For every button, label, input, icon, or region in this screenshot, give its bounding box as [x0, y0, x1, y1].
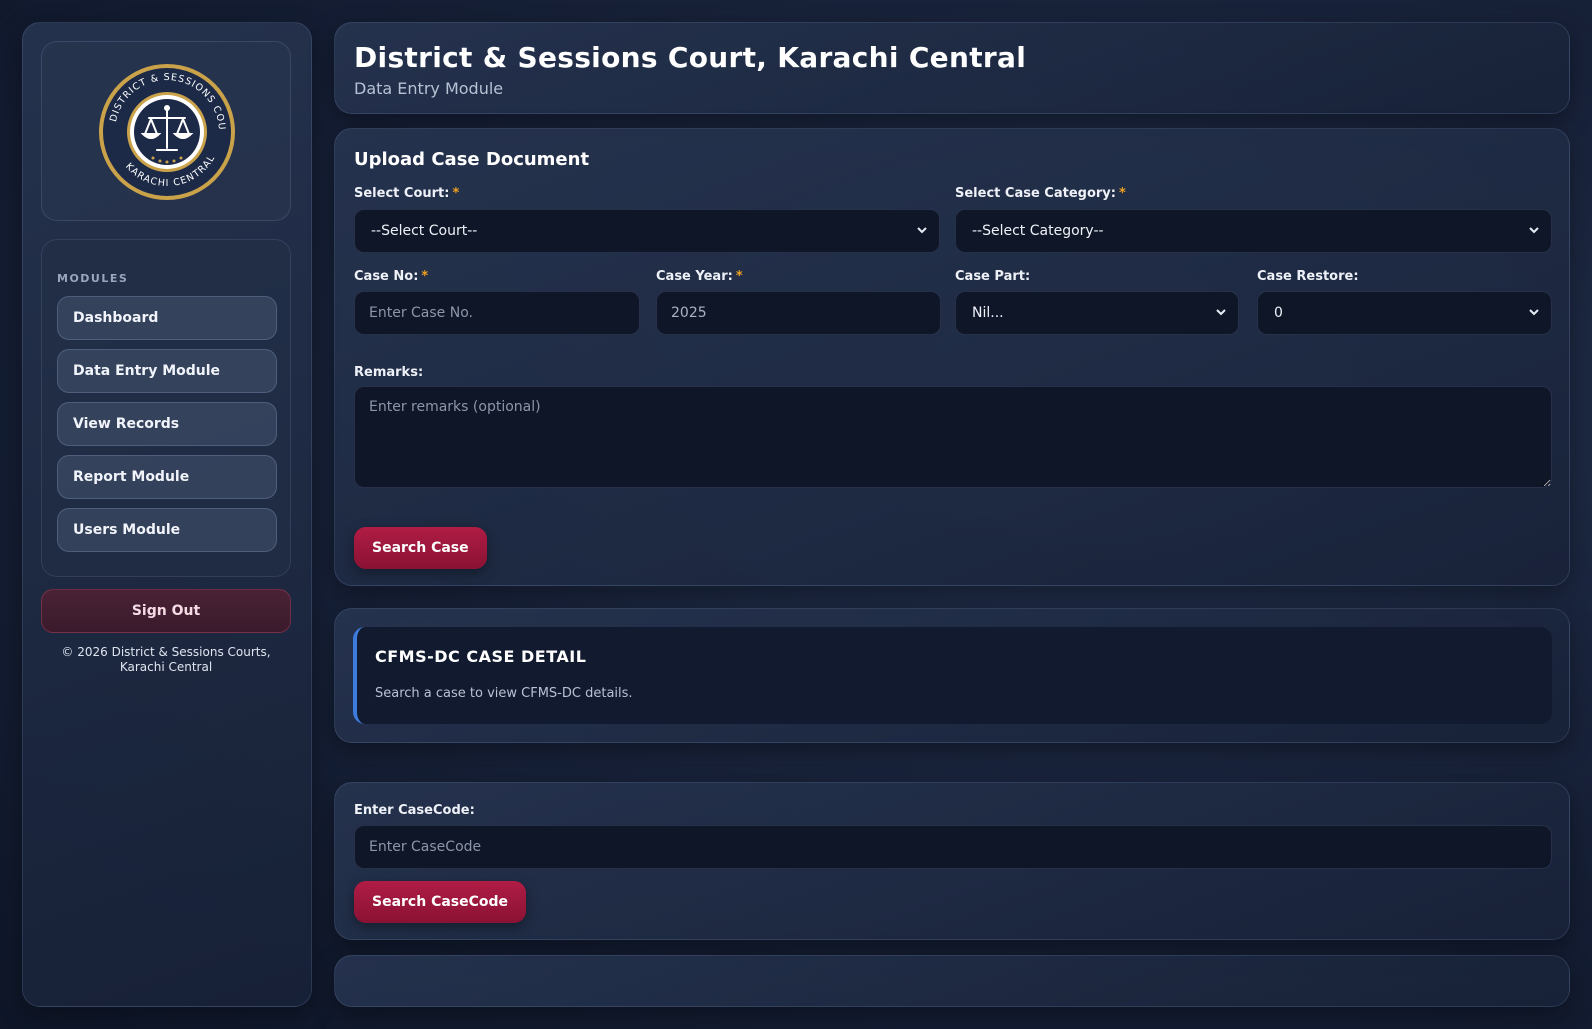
- nav-label: Report Module: [73, 469, 190, 485]
- casecode-label: Enter CaseCode:: [354, 803, 475, 818]
- nav-view-records[interactable]: View Records: [57, 402, 277, 446]
- required-mark: *: [421, 269, 429, 284]
- nav-label: Dashboard: [73, 310, 159, 326]
- form-title: Upload Case Document: [354, 149, 590, 170]
- case-restore-label: Case Restore:: [1257, 269, 1359, 284]
- page-title: District & Sessions Court, Karachi Centr…: [354, 41, 1027, 74]
- cfms-detail-card: CFMS-DC CASE DETAIL Search a case to vie…: [353, 627, 1552, 724]
- court-seal-logo: DISTRICT & SESSIONS COURTS KARACHI CENTR…: [97, 62, 235, 200]
- casecode-panel: Enter CaseCode: Search CaseCode: [334, 782, 1570, 940]
- nav-data-entry-module[interactable]: Data Entry Module: [57, 349, 277, 393]
- court-select[interactable]: --Select Court--: [354, 209, 940, 253]
- court-label: Select Court: *: [354, 186, 459, 201]
- search-casecode-button[interactable]: Search CaseCode: [354, 881, 527, 923]
- nav-label: Data Entry Module: [73, 363, 221, 379]
- cfms-detail-message: Search a case to view CFMS-DC details.: [375, 686, 633, 701]
- case-no-label: Case No: *: [354, 269, 428, 284]
- case-no-input[interactable]: [354, 291, 640, 335]
- required-mark: *: [452, 186, 460, 201]
- remarks-textarea[interactable]: [354, 386, 1552, 488]
- search-casecode-label: Search CaseCode: [372, 894, 509, 910]
- category-select[interactable]: --Select Category--: [955, 209, 1552, 253]
- court-label-text: Select Court:: [354, 186, 450, 201]
- page-header: District & Sessions Court, Karachi Centr…: [334, 22, 1570, 114]
- chevron-down-icon: [1529, 309, 1539, 316]
- chevron-down-icon: [917, 227, 927, 234]
- sign-out-label: Sign Out: [131, 603, 201, 619]
- sign-out-button[interactable]: Sign Out: [41, 589, 291, 633]
- category-label: Select Case Category: *: [955, 186, 1126, 201]
- modules-heading: MODULES: [57, 272, 129, 285]
- required-mark: *: [735, 269, 743, 284]
- result-panel: [334, 955, 1570, 1007]
- case-part-label: Case Part:: [955, 269, 1031, 284]
- category-label-text: Select Case Category:: [955, 186, 1116, 201]
- page-subtitle: Data Entry Module: [354, 79, 504, 98]
- upload-case-form: Upload Case Document Select Court: * --Se…: [334, 128, 1570, 586]
- chevron-down-icon: [1529, 227, 1539, 234]
- nav-dashboard[interactable]: Dashboard: [57, 296, 277, 340]
- cfms-detail-panel: CFMS-DC CASE DETAIL Search a case to vie…: [334, 608, 1570, 743]
- nav-report-module[interactable]: Report Module: [57, 455, 277, 499]
- search-case-button[interactable]: Search Case: [354, 527, 487, 569]
- case-year-label: Case Year: *: [656, 269, 743, 284]
- sidebar: DISTRICT & SESSIONS COURTS KARACHI CENTR…: [22, 22, 312, 1007]
- remarks-label: Remarks:: [354, 365, 424, 380]
- cfms-detail-title: CFMS-DC CASE DETAIL: [375, 647, 587, 666]
- nav-users-module[interactable]: Users Module: [57, 508, 277, 552]
- case-part-select-value: Nil...: [972, 305, 1004, 321]
- copyright-text: © 2026 District & Sessions Courts, Karac…: [61, 645, 271, 674]
- logo-card: DISTRICT & SESSIONS COURTS KARACHI CENTR…: [41, 41, 291, 221]
- case-year-input[interactable]: [656, 291, 941, 335]
- modules-nav: MODULES Dashboard Data Entry Module View…: [41, 239, 291, 577]
- case-year-label-text: Case Year:: [656, 269, 733, 284]
- nav-label: Users Module: [73, 522, 181, 538]
- case-restore-select-value: 0: [1274, 305, 1283, 321]
- required-mark: *: [1118, 186, 1126, 201]
- casecode-input[interactable]: [354, 825, 1552, 869]
- search-case-label: Search Case: [372, 540, 469, 556]
- chevron-down-icon: [1216, 309, 1226, 316]
- nav-label: View Records: [73, 416, 180, 432]
- case-part-select[interactable]: Nil...: [955, 291, 1239, 335]
- case-no-label-text: Case No:: [354, 269, 419, 284]
- case-restore-select[interactable]: 0: [1257, 291, 1552, 335]
- court-select-value: --Select Court--: [371, 223, 478, 239]
- category-select-value: --Select Category--: [972, 223, 1104, 239]
